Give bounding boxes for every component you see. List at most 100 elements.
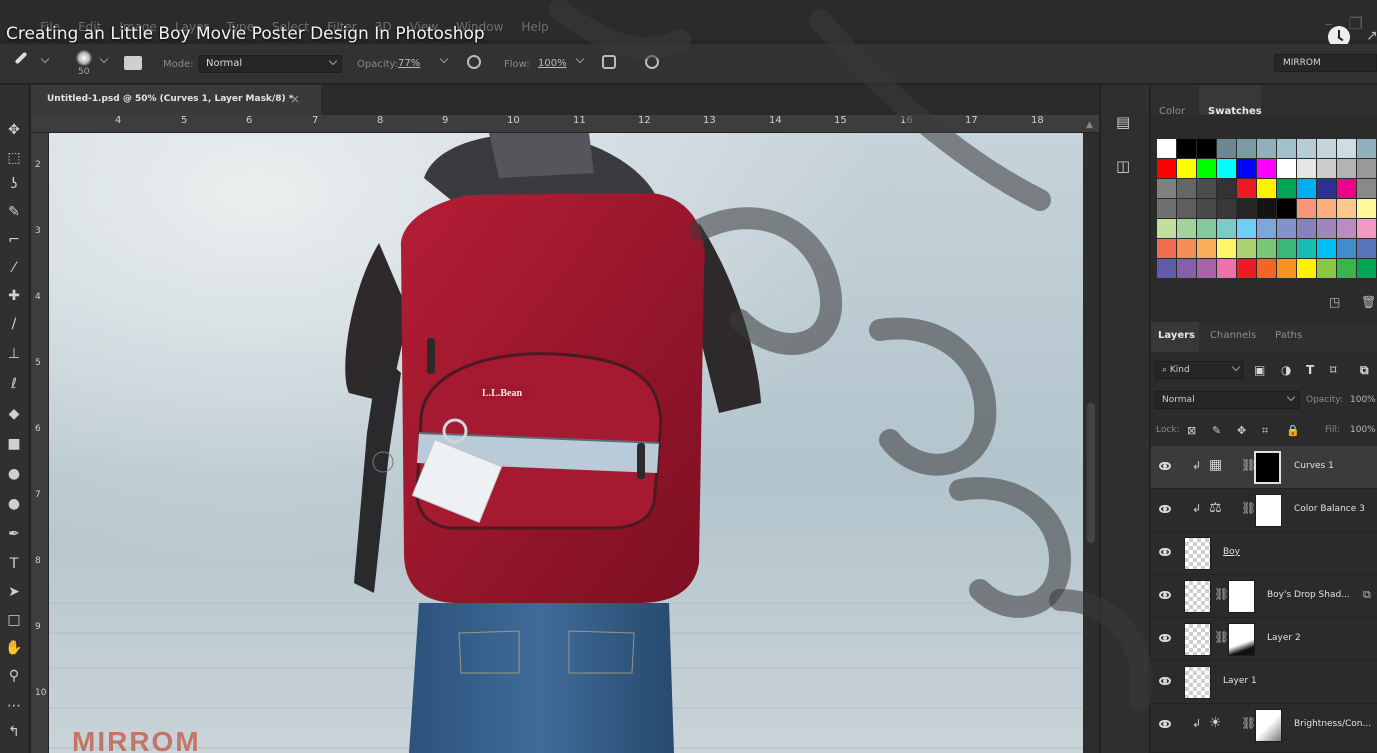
color-swatch[interactable] bbox=[1197, 139, 1216, 158]
color-swatch[interactable] bbox=[1237, 199, 1256, 218]
color-swatch[interactable] bbox=[1337, 199, 1356, 218]
color-swatch[interactable] bbox=[1277, 159, 1296, 178]
layer-mask-thumbnail[interactable] bbox=[1255, 494, 1282, 527]
layer-row-brightness-contrast[interactable]: ↲ ☀ ⛓ Brightness/Con... bbox=[1151, 704, 1377, 753]
vertical-scrollbar[interactable] bbox=[1083, 133, 1099, 753]
color-swatch[interactable] bbox=[1157, 259, 1176, 278]
color-swatch[interactable] bbox=[1317, 219, 1336, 238]
color-swatch[interactable] bbox=[1337, 239, 1356, 258]
layer-row-boys-drop-shadow[interactable]: ⛓ Boy's Drop Shad... ⧉ bbox=[1151, 575, 1377, 618]
color-swatch[interactable] bbox=[1197, 159, 1216, 178]
color-swatch[interactable] bbox=[1317, 239, 1336, 258]
history-panel-icon[interactable]: ▤ bbox=[1116, 113, 1130, 131]
visibility-eye-icon[interactable] bbox=[1159, 634, 1171, 642]
layer-mask-thumbnail[interactable] bbox=[1228, 580, 1255, 613]
workspace-switcher[interactable]: MIRROM bbox=[1274, 54, 1377, 72]
layer-thumbnail[interactable] bbox=[1184, 623, 1211, 656]
mask-link-icon[interactable]: ⛓ bbox=[1241, 716, 1256, 730]
color-swatch[interactable] bbox=[1197, 199, 1216, 218]
shape-tool-icon[interactable]: □ bbox=[5, 613, 23, 627]
color-swatch[interactable] bbox=[1357, 259, 1376, 278]
more-tools-icon[interactable]: ⋯ bbox=[5, 699, 23, 713]
color-swatch[interactable] bbox=[1217, 179, 1236, 198]
mode-select[interactable]: Normal bbox=[199, 55, 342, 73]
color-swatch[interactable] bbox=[1217, 199, 1236, 218]
color-swatch[interactable] bbox=[1157, 219, 1176, 238]
close-tab-icon[interactable]: × bbox=[290, 92, 300, 106]
zoom-tool-icon[interactable]: ⚲ bbox=[5, 669, 23, 683]
healing-tool-icon[interactable]: ✚ bbox=[5, 289, 23, 303]
eraser-tool-icon[interactable]: ◆ bbox=[5, 407, 23, 421]
color-swatch[interactable] bbox=[1337, 179, 1356, 198]
scrollbar-thumb[interactable] bbox=[1087, 403, 1095, 543]
brush-tip-preview-icon[interactable] bbox=[76, 50, 92, 66]
color-swatch[interactable] bbox=[1297, 159, 1316, 178]
eyedropper-tool-icon[interactable]: ⁄ bbox=[5, 261, 23, 275]
color-swatch[interactable] bbox=[1237, 219, 1256, 238]
lock-image-icon[interactable]: ✎ bbox=[1212, 424, 1221, 437]
lock-position-icon[interactable]: ✥ bbox=[1237, 424, 1246, 437]
visibility-eye-icon[interactable] bbox=[1159, 548, 1171, 556]
mask-link-icon[interactable]: ⛓ bbox=[1214, 587, 1229, 601]
marquee-tool-icon[interactable]: ⬚ bbox=[5, 151, 23, 165]
color-swatch[interactable] bbox=[1217, 139, 1236, 158]
size-pressure-icon[interactable] bbox=[645, 55, 659, 69]
visibility-eye-icon[interactable] bbox=[1159, 505, 1171, 513]
color-swatch[interactable] bbox=[1197, 239, 1216, 258]
visibility-eye-icon[interactable] bbox=[1159, 677, 1171, 685]
path-select-tool-icon[interactable]: ➤ bbox=[5, 585, 23, 599]
tab-color[interactable]: Color bbox=[1159, 106, 1185, 117]
color-swatch[interactable] bbox=[1177, 139, 1196, 158]
document-tab[interactable]: Untitled-1.psd @ 50% (Curves 1, Layer Ma… bbox=[31, 85, 321, 115]
color-swatch[interactable] bbox=[1257, 139, 1276, 158]
swap-colors-icon[interactable]: ↰ bbox=[5, 725, 23, 739]
type-filter-icon[interactable]: T bbox=[1306, 363, 1314, 377]
color-swatch[interactable] bbox=[1157, 159, 1176, 178]
blend-mode-select[interactable]: Normal bbox=[1155, 391, 1300, 409]
adjustment-filter-icon[interactable]: ◑ bbox=[1281, 363, 1291, 377]
brush-settings-panel-icon[interactable]: ◫ bbox=[1116, 157, 1130, 175]
tab-channels[interactable]: Channels bbox=[1210, 330, 1256, 341]
layer-thumbnail[interactable] bbox=[1184, 537, 1211, 570]
pen-tool-icon[interactable]: ✒ bbox=[5, 527, 23, 541]
color-swatch[interactable] bbox=[1237, 139, 1256, 158]
color-swatch[interactable] bbox=[1337, 259, 1356, 278]
fill-value[interactable]: 100% bbox=[1350, 425, 1376, 435]
layer-thumbnail[interactable] bbox=[1184, 580, 1211, 613]
color-swatch[interactable] bbox=[1177, 179, 1196, 198]
color-swatch[interactable] bbox=[1177, 259, 1196, 278]
color-swatch[interactable] bbox=[1297, 239, 1316, 258]
color-swatch[interactable] bbox=[1297, 179, 1316, 198]
lock-transparent-icon[interactable]: ⊠ bbox=[1187, 424, 1196, 437]
color-swatch[interactable] bbox=[1277, 259, 1296, 278]
scroll-up-arrow-icon[interactable]: ▲ bbox=[1086, 120, 1093, 130]
color-swatch[interactable] bbox=[1217, 239, 1236, 258]
layer-filter-kind[interactable]: ⌕ Kind bbox=[1155, 361, 1243, 379]
brush-tool-icon[interactable]: / bbox=[5, 317, 23, 331]
color-swatch[interactable] bbox=[1157, 179, 1176, 198]
dodge-tool-icon[interactable]: ● bbox=[5, 497, 23, 511]
visibility-eye-icon[interactable] bbox=[1159, 591, 1171, 599]
color-swatch[interactable] bbox=[1277, 139, 1296, 158]
lock-artboard-icon[interactable]: ⌗ bbox=[1262, 424, 1268, 438]
color-swatch[interactable] bbox=[1217, 159, 1236, 178]
flow-value[interactable]: 100% bbox=[538, 58, 567, 69]
document-canvas[interactable]: L.L.Bean bbox=[49, 133, 1083, 753]
brush-settings-panel-icon[interactable] bbox=[124, 56, 142, 70]
color-swatch[interactable] bbox=[1257, 239, 1276, 258]
quick-select-tool-icon[interactable]: ✎ bbox=[5, 205, 23, 219]
layer-mask-thumbnail[interactable] bbox=[1255, 709, 1282, 742]
delete-swatch-icon[interactable]: 🗑 bbox=[1361, 295, 1376, 309]
color-swatch[interactable] bbox=[1197, 219, 1216, 238]
color-swatch[interactable] bbox=[1257, 199, 1276, 218]
color-swatch[interactable] bbox=[1357, 179, 1376, 198]
color-swatch[interactable] bbox=[1297, 199, 1316, 218]
image-filter-icon[interactable]: ▣ bbox=[1254, 363, 1265, 377]
new-swatch-icon[interactable]: ◳ bbox=[1329, 295, 1340, 309]
color-swatch[interactable] bbox=[1257, 179, 1276, 198]
color-swatch[interactable] bbox=[1237, 259, 1256, 278]
lasso-tool-icon[interactable]: ʖ bbox=[5, 177, 23, 191]
mask-link-icon[interactable]: ⛓ bbox=[1214, 630, 1229, 644]
color-swatch[interactable] bbox=[1177, 239, 1196, 258]
blur-tool-icon[interactable]: ● bbox=[5, 467, 23, 481]
